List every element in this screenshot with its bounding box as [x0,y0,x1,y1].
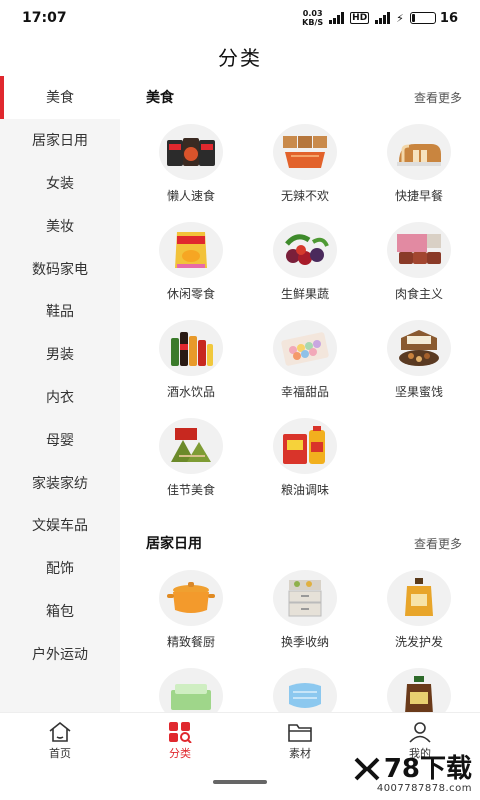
spicy-snack-icon [273,124,337,180]
section-header-food: 美食 查看更多 [120,76,480,118]
home-indicator [213,780,267,784]
tab-home[interactable]: 首页 [0,713,120,769]
sidebar-item-outdoor[interactable]: 户外运动 [0,632,120,675]
section-header-household: 居家日用 查看更多 [120,522,480,564]
category-tile[interactable]: 肉食主义 [362,216,476,314]
category-tile[interactable]: 洗发护发 [362,564,476,662]
watermark: 78下载 4007787878.com [354,755,472,794]
home-icon [49,721,71,742]
drinks-icon [159,320,223,376]
user-icon [409,722,431,743]
header: 分类 [0,36,480,76]
status-icons: 0.03 KB/S HD ⚡ 16 [302,9,458,27]
fruit-icon [273,222,337,278]
sidebar-item-mens-clothing[interactable]: 男装 [0,333,120,376]
category-tile[interactable]: 懒人速食 [134,118,248,216]
sidebar-item-beauty[interactable]: 美妆 [0,204,120,247]
category-content: 美食 查看更多 懒人速食 无辣不欢 快捷早餐 休闲零食 生鲜果蔬 肉食主义 酒水… [120,76,480,712]
signal-icon-2 [375,12,391,24]
category-tile[interactable]: 换季收纳 [248,564,362,662]
sidebar-item-underwear[interactable]: 内衣 [0,376,120,419]
tab-materials[interactable]: 素材 [240,713,360,769]
category-tile[interactable] [134,662,248,712]
macaron-icon [273,320,337,376]
category-tile[interactable]: 精致餐厨 [134,564,248,662]
sidebar-item-womens-clothing[interactable]: 女装 [0,162,120,205]
sidebar-item-baby[interactable]: 母婴 [0,418,120,461]
instant-noodles-icon [159,124,223,180]
category-tile[interactable]: 幸福甜品 [248,314,362,412]
page-title: 分类 [218,45,262,70]
view-more-link[interactable]: 查看更多 [414,89,462,106]
signal-icon [329,12,345,24]
nuts-icon [387,320,451,376]
sidebar-item-household[interactable]: 居家日用 [0,119,120,162]
watermark-url: 4007787878.com [376,783,472,794]
sidebar-item-electronics[interactable]: 数码家电 [0,247,120,290]
category-tile[interactable]: 快捷早餐 [362,118,476,216]
category-tile[interactable]: 休闲零食 [134,216,248,314]
section-title: 美食 [146,90,174,106]
sidebar-item-accessories[interactable]: 配饰 [0,547,120,590]
folder-icon [288,724,312,742]
hd-network-badge: HD [350,12,370,24]
tissue-icon [159,668,223,712]
category-tile[interactable] [362,662,476,712]
rice-oil-icon [273,418,337,474]
category-tile[interactable]: 佳节美食 [134,412,248,510]
bread-icon [387,124,451,180]
pot-icon [159,570,223,626]
meat-icon [387,222,451,278]
category-tile[interactable]: 无辣不欢 [248,118,362,216]
category-tile[interactable]: 酒水饮品 [134,314,248,412]
category-tile[interactable]: 生鲜果蔬 [248,216,362,314]
category-sidebar: 美食 居家日用 女装 美妆 数码家电 鞋品 男装 内衣 母婴 家装家纺 文娱车品… [0,76,120,712]
category-tile[interactable]: 坚果蜜饯 [362,314,476,412]
sidebar-item-home-textiles[interactable]: 家装家纺 [0,461,120,504]
battery-indicator: 16 [409,10,458,26]
battery-level: 16 [439,10,458,26]
charging-icon: ⚡ [396,11,404,25]
view-more-link[interactable]: 查看更多 [414,535,462,552]
disinfectant-icon [387,668,451,712]
storage-box-icon [273,570,337,626]
watermark-logo-icon [354,757,380,781]
status-time: 17:07 [22,10,67,26]
chips-icon [159,222,223,278]
status-bar: 17:07 0.03 KB/S HD ⚡ 16 [0,0,480,36]
watermark-text: 78下载 [383,754,472,784]
sidebar-item-shoes[interactable]: 鞋品 [0,290,120,333]
tab-category[interactable]: 分类 [120,713,240,769]
shampoo-icon [387,570,451,626]
sidebar-item-bags[interactable]: 箱包 [0,590,120,633]
zongzi-icon [159,418,223,474]
household-grid: 精致餐厨 换季收纳 洗发护发 [120,564,480,712]
sidebar-item-food[interactable]: 美食 [0,76,120,119]
section-title: 居家日用 [146,536,202,552]
category-tile[interactable] [248,662,362,712]
sidebar-item-entertainment-auto[interactable]: 文娱车品 [0,504,120,547]
mask-icon [273,668,337,712]
bottom-tab-bar: 首页 分类 素材 我的 78下载 4007787878.com [0,712,480,800]
category-tile[interactable]: 粮油调味 [248,412,362,510]
category-icon [169,722,192,743]
food-grid: 懒人速食 无辣不欢 快捷早餐 休闲零食 生鲜果蔬 肉食主义 酒水饮品 幸福甜品 … [120,118,480,510]
battery-icon [409,12,436,24]
network-speed: 0.03 KB/S [302,9,324,27]
